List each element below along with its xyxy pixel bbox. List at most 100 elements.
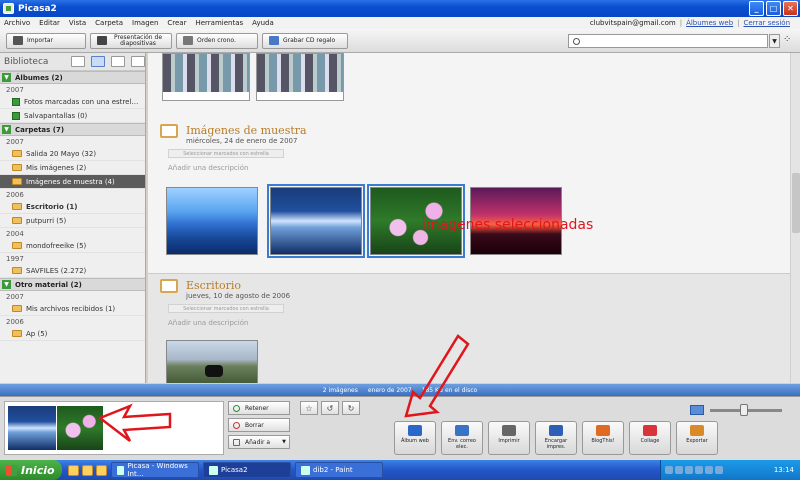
add-description-field[interactable]: Añadir una descripción [168,319,248,327]
sidebar-item[interactable]: Escritorio (1) [0,200,145,214]
photo-thumbnail[interactable] [162,53,250,101]
sidebar-menu-icon[interactable] [131,56,145,67]
tray-action-label: Exportar [686,438,708,444]
rotate-left-icon[interactable]: ↺ [321,401,339,415]
sidebar-item[interactable]: putpurri (5) [0,214,145,228]
quick-launch-icon[interactable] [68,464,79,476]
tray-action-button[interactable]: Álbum web [394,421,436,455]
tree-view-icon[interactable] [111,56,125,67]
photo-thumbnail[interactable] [166,340,258,383]
sidebar-item-label: Escritorio (1) [26,202,78,211]
clear-button[interactable]: Borrar [228,418,290,432]
chevron-down-icon: ▼ [282,439,286,445]
vertical-scrollbar[interactable] [790,53,800,383]
collapse-toggle-icon[interactable]: ▼ [2,73,11,82]
tray-action-button[interactable]: Encargar impres. [535,421,577,455]
select-starred-button[interactable]: Seleccionar marcados con estrella [168,149,284,158]
minimize-button[interactable]: _ [749,1,764,16]
tray-action-button[interactable]: Env. correo elec. [441,421,483,455]
photo-thumbnail[interactable] [256,53,344,101]
taskbar-task[interactable]: dib2 - Paint [295,462,383,478]
start-button[interactable]: Inicio [0,460,62,480]
retain-button[interactable]: Retener [228,401,290,415]
sidebar-section[interactable]: ▼ Otro material (2) [0,278,145,291]
zoom-slider-handle[interactable] [740,403,748,416]
taskbar-task[interactable]: Picasa - Windows Int… [111,462,199,478]
clear-icon [233,421,240,429]
sidebar-item[interactable]: Mis imágenes (2) [0,161,145,175]
search-input[interactable] [568,34,768,48]
import-button[interactable]: Importar [6,32,86,49]
scrollbar-thumb[interactable] [792,173,800,233]
menu-item[interactable]: Carpeta [95,19,123,27]
sidebar-item[interactable]: mondofreeike (5) [0,239,145,253]
album-title[interactable]: Escritorio [186,279,241,292]
folder-icon [12,267,22,274]
quick-launch-icon[interactable] [96,464,107,476]
menu-item[interactable]: Herramientas [195,19,243,27]
sidebar-item[interactable]: Ap (5) [0,327,145,341]
tray-action-button[interactable]: Imprimir [488,421,530,455]
taskbar-task[interactable]: Picasa2 [203,462,291,478]
sidebar-item[interactable]: Fotos marcadas con una estrel… [0,95,145,109]
menu-item[interactable]: Crear [167,19,186,27]
rotate-right-icon[interactable]: ↻ [342,401,360,415]
tray-action-button[interactable]: Collage [629,421,671,455]
close-button[interactable]: ✕ [783,1,798,16]
menu-item[interactable]: Archivo [4,19,30,27]
select-starred-button[interactable]: Seleccionar marcados con estrella [168,304,284,313]
collapse-toggle-icon[interactable]: ▼ [2,280,11,289]
clock: 13:14 [773,466,794,474]
menu-item[interactable]: Ayuda [252,19,274,27]
list-view-icon[interactable] [91,56,105,67]
sidebar-section[interactable]: ▼ Carpetas (7) [0,123,145,136]
web-albums-link[interactable]: Álbumes web [686,19,733,27]
collapse-toggle-icon[interactable]: ▼ [2,125,11,134]
add-to-button[interactable]: Añadir a ▼ [228,435,290,449]
tray-icon[interactable] [695,466,703,474]
album-title[interactable]: Imágenes de muestra [186,124,307,137]
sidebar-item[interactable]: Imágenes de muestra (4) [0,175,145,189]
action-icon [502,425,516,436]
chrono-order-button[interactable]: Orden crono. [176,32,258,49]
thumbnail-size-icon [690,405,704,415]
burn-cd-button[interactable]: Grabar CD regalo [262,32,348,49]
menu-item[interactable]: Imagen [132,19,158,27]
star-icon[interactable]: ☆ [300,401,318,415]
sidebar-item[interactable]: SAVFILES (2.272) [0,264,145,278]
sidebar-item[interactable]: Mis archivos recibidos (1) [0,302,145,316]
tray-thumbnail[interactable] [57,406,103,450]
tray-action-label: BlogThis! [591,438,615,444]
tray-icon[interactable] [705,466,713,474]
slideshow-button[interactable]: Presentación de diapositivas [90,32,172,49]
menu-item[interactable]: Vista [69,19,86,27]
sidebar-section[interactable]: ▼ Álbumes (2) [0,71,145,84]
windows-taskbar: Inicio Picasa - Windows Int… Picasa2 dib2 … [0,460,800,480]
add-folder-icon[interactable] [71,56,85,67]
logout-link[interactable]: Cerrar sesión [744,19,790,27]
tray-icon[interactable] [665,466,673,474]
tray-action-button[interactable]: Exportar [676,421,718,455]
maximize-button[interactable]: □ [766,1,781,16]
tray-icon[interactable] [715,466,723,474]
quick-launch-icon[interactable] [82,464,93,476]
tray-icon[interactable] [685,466,693,474]
add-description-field[interactable]: Añadir una descripción [168,164,248,172]
photo-thumbnail[interactable] [166,187,258,255]
menu-item[interactable]: Editar [39,19,60,27]
tray-action-button[interactable]: BlogThis! [582,421,624,455]
tray-icon[interactable] [675,466,683,474]
cd-icon [269,36,279,45]
folder-tree: ▼ Álbumes (2) 2007 Fotos marcadas con una e… [0,71,145,341]
sidebar-item[interactable]: Salvapantallas (0) [0,109,145,123]
search-options-dropdown[interactable]: ▼ [769,34,780,48]
tray-action-label: Álbum web [401,438,429,444]
zoom-slider[interactable] [710,403,782,416]
year-label: 1997 [6,254,24,263]
sidebar-item[interactable]: Salida 20 Mayo (32) [0,147,145,161]
tray-action-label: Env. correo elec. [448,438,476,450]
photo-thumbnail-selected[interactable] [267,184,365,258]
more-options-icon[interactable]: ⁘ [783,33,797,47]
tray-thumbnail[interactable] [8,406,56,450]
folder-icon [160,124,178,138]
